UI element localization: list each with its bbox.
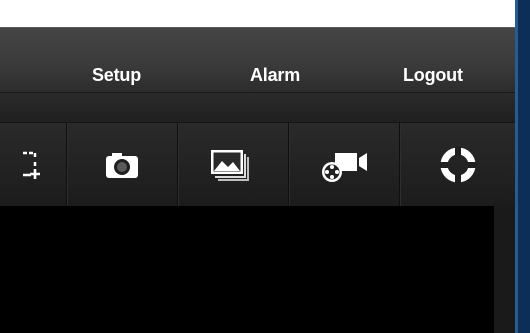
menu-divider bbox=[0, 92, 515, 93]
gallery-button[interactable] bbox=[178, 123, 288, 207]
camera-snapshot-icon bbox=[104, 150, 140, 180]
ptz-control-icon bbox=[438, 145, 478, 185]
window-edge-highlight bbox=[515, 0, 518, 333]
image-gallery-icon bbox=[208, 147, 258, 183]
top-white-strip bbox=[0, 0, 515, 27]
video-viewport[interactable] bbox=[0, 206, 494, 333]
menu-alarm-link[interactable]: Alarm bbox=[250, 65, 300, 86]
video-record-icon bbox=[317, 147, 371, 183]
fullscreen-add-icon bbox=[13, 149, 53, 181]
fullscreen-button[interactable] bbox=[0, 123, 66, 207]
menu-setup-link[interactable]: Setup bbox=[92, 65, 141, 86]
video-toolbar bbox=[0, 122, 515, 207]
video-side-gap bbox=[494, 206, 515, 333]
ptz-button[interactable] bbox=[400, 123, 515, 207]
main-menu: Setup Alarm Logout bbox=[0, 27, 515, 122]
snapshot-button[interactable] bbox=[67, 123, 177, 207]
menu-logout-link[interactable]: Logout bbox=[403, 65, 463, 86]
record-button[interactable] bbox=[289, 123, 399, 207]
